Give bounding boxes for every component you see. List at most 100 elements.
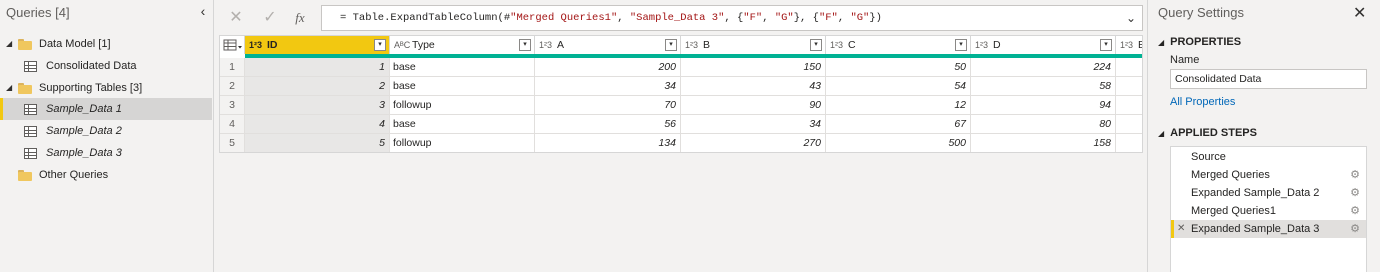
cancel-formula-icon[interactable]: ✕ (221, 5, 251, 31)
table-cell[interactable]: 43 (681, 77, 826, 96)
column-header-c[interactable]: 1²3 C ▾ (826, 36, 971, 54)
table-cell[interactable] (1116, 77, 1142, 96)
query-label: Sample_Data 2 (46, 125, 122, 137)
fx-icon[interactable]: fx (285, 5, 315, 31)
number-type-icon[interactable]: 1²3 (975, 36, 988, 54)
query-label: Data Model [1] (39, 38, 111, 50)
table-cell[interactable]: base (390, 58, 535, 77)
text-type-icon[interactable]: AᴮC (394, 36, 410, 54)
query-item[interactable]: Sample_Data 2 (0, 120, 212, 142)
row-number[interactable]: 3 (220, 96, 245, 115)
table-cell[interactable]: 500 (826, 134, 971, 152)
table-cell[interactable] (1116, 58, 1142, 77)
number-type-icon[interactable]: 1²3 (685, 36, 698, 54)
query-item[interactable]: Consolidated Data (0, 55, 212, 77)
table-cell[interactable]: base (390, 115, 535, 134)
query-group[interactable]: ◢ Data Model [1] (0, 33, 212, 55)
table-cell[interactable] (1116, 115, 1142, 134)
gear-icon[interactable]: ⚙ (1350, 220, 1360, 238)
table-cell[interactable]: 2 (245, 77, 390, 96)
filter-dropdown-icon[interactable]: ▾ (374, 39, 386, 51)
table-cell[interactable]: 54 (826, 77, 971, 96)
number-type-icon[interactable]: 1²3 (1120, 36, 1133, 54)
row-number[interactable]: 4 (220, 115, 245, 134)
gear-icon[interactable]: ⚙ (1350, 166, 1360, 184)
table-cell[interactable]: base (390, 77, 535, 96)
commit-formula-icon[interactable]: ✓ (255, 5, 285, 31)
table-cell[interactable]: 34 (681, 115, 826, 134)
applied-step[interactable]: Merged Queries1 ⚙ (1171, 202, 1366, 220)
filter-dropdown-icon[interactable]: ▾ (810, 39, 822, 51)
applied-steps-section-header[interactable]: ◢ APPLIED STEPS (1158, 127, 1257, 139)
column-header-d[interactable]: 1²3 D ▾ (971, 36, 1116, 54)
table-cell[interactable]: 1 (245, 58, 390, 77)
table-cell[interactable]: 3 (245, 96, 390, 115)
column-header-id[interactable]: 1²3 ID ▾ (245, 36, 390, 54)
table-cell[interactable] (1116, 134, 1142, 152)
applied-step[interactable]: Merged Queries ⚙ (1171, 166, 1366, 184)
query-name-input[interactable]: Consolidated Data (1170, 69, 1367, 89)
table-cell[interactable]: 56 (535, 115, 681, 134)
applied-step[interactable]: ✕ Expanded Sample_Data 3 ⚙ (1171, 220, 1366, 238)
table-cell[interactable]: 80 (971, 115, 1116, 134)
query-item[interactable]: Sample_Data 3 (0, 142, 212, 164)
table-cell[interactable]: 34 (535, 77, 681, 96)
table-cell[interactable] (1116, 96, 1142, 115)
step-label: Source (1191, 151, 1226, 163)
formula-expand-icon[interactable]: ⌄ (1124, 6, 1138, 30)
table-cell[interactable]: 58 (971, 77, 1116, 96)
row-number[interactable]: 2 (220, 77, 245, 96)
table-cell[interactable]: 270 (681, 134, 826, 152)
row-number[interactable]: 1 (220, 58, 245, 77)
table-cell[interactable]: 50 (826, 58, 971, 77)
table-cell[interactable]: followup (390, 134, 535, 152)
table-cell[interactable]: 150 (681, 58, 826, 77)
expand-caret-icon[interactable]: ◢ (6, 33, 12, 55)
table-cell[interactable]: 90 (681, 96, 826, 115)
collapse-pane-icon[interactable]: ‹ (196, 3, 210, 19)
table-cell[interactable]: 70 (535, 96, 681, 115)
column-name: D (993, 39, 1001, 51)
number-type-icon[interactable]: 1²3 (539, 36, 552, 54)
query-label: Supporting Tables [3] (39, 82, 143, 94)
table-cell[interactable]: 12 (826, 96, 971, 115)
table-cell[interactable]: 134 (535, 134, 681, 152)
column-header-b[interactable]: 1²3 B ▾ (681, 36, 826, 54)
table-cell[interactable]: 224 (971, 58, 1116, 77)
query-label: Other Queries (39, 169, 109, 181)
filter-dropdown-icon[interactable]: ▾ (1100, 39, 1112, 51)
table-cell[interactable]: 94 (971, 96, 1116, 115)
table-menu-button[interactable] (220, 36, 245, 54)
query-group[interactable]: ◢ Supporting Tables [3] (0, 77, 212, 99)
column-header-a[interactable]: 1²3 A ▾ (535, 36, 681, 54)
table-cell[interactable]: 67 (826, 115, 971, 134)
delete-step-icon[interactable]: ✕ (1177, 220, 1185, 238)
applied-step[interactable]: Expanded Sample_Data 2 ⚙ (1171, 184, 1366, 202)
number-type-icon[interactable]: 1²3 (249, 36, 262, 54)
query-group[interactable]: Other Queries (0, 164, 212, 186)
table-cell[interactable]: 4 (245, 115, 390, 134)
number-type-icon[interactable]: 1²3 (830, 36, 843, 54)
table-cell[interactable]: 158 (971, 134, 1116, 152)
query-item[interactable]: Sample_Data 1 (0, 98, 212, 120)
filter-dropdown-icon[interactable]: ▾ (955, 39, 967, 51)
formula-string-token: "G" (774, 12, 794, 24)
row-number[interactable]: 5 (220, 134, 245, 152)
expand-caret-icon[interactable]: ◢ (6, 77, 12, 99)
applied-step[interactable]: Source (1171, 148, 1366, 166)
properties-section-header[interactable]: ◢ PROPERTIES (1158, 36, 1241, 48)
table-cell[interactable]: followup (390, 96, 535, 115)
formula-string-token: "Sample_Data 3" (629, 12, 725, 24)
filter-dropdown-icon[interactable]: ▾ (519, 39, 531, 51)
column-header-b[interactable]: 1²3 B (1116, 36, 1142, 54)
gear-icon[interactable]: ⚙ (1350, 184, 1360, 202)
close-icon[interactable]: ✕ (1353, 3, 1366, 23)
gear-icon[interactable]: ⚙ (1350, 202, 1360, 220)
all-properties-link[interactable]: All Properties (1170, 96, 1235, 108)
formula-input[interactable]: = Table.ExpandTableColumn(#"Merged Queri… (321, 5, 1143, 31)
formula-token: , (837, 12, 851, 24)
filter-dropdown-icon[interactable]: ▾ (665, 39, 677, 51)
column-header-type[interactable]: AᴮC Type ▾ (390, 36, 535, 54)
table-cell[interactable]: 5 (245, 134, 390, 152)
table-cell[interactable]: 200 (535, 58, 681, 77)
